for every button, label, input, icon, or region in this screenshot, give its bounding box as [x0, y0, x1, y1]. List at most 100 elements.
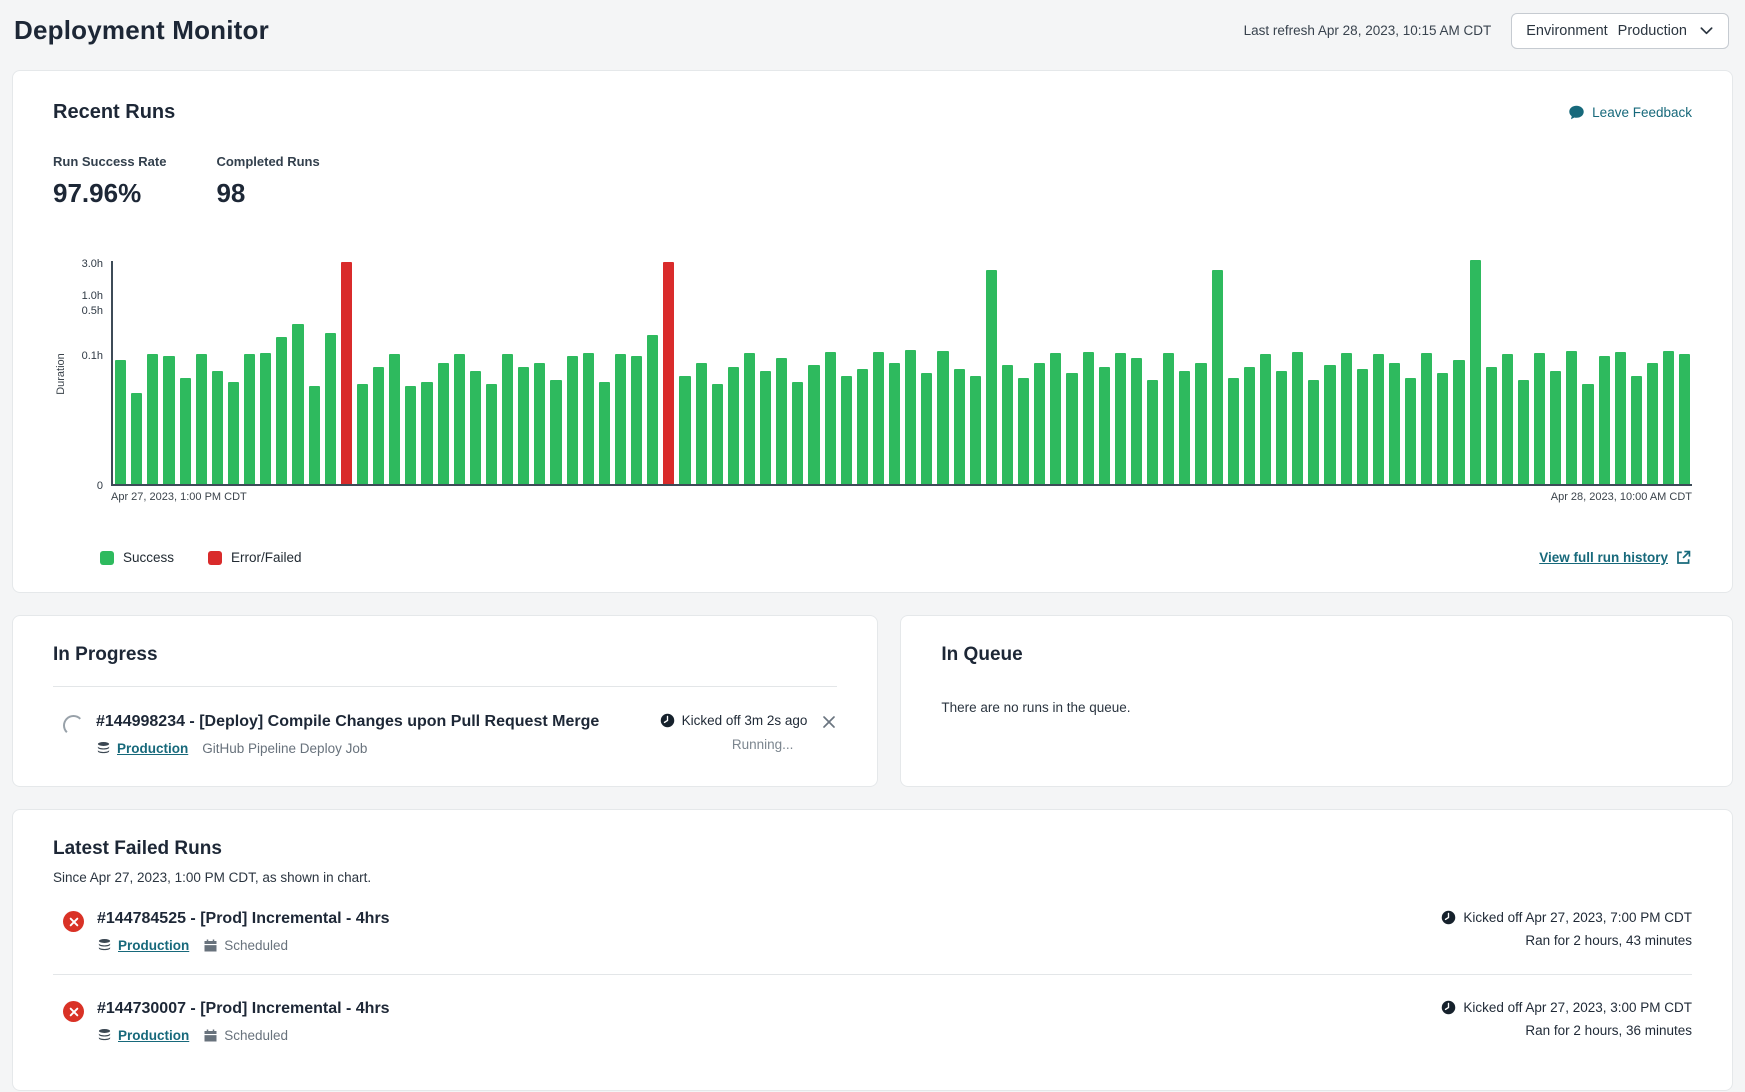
failed-run-bar[interactable]: [663, 262, 674, 484]
failed-run-bar[interactable]: [341, 262, 352, 484]
success-run-bar[interactable]: [1663, 351, 1674, 484]
success-run-bar[interactable]: [292, 324, 303, 484]
success-run-bar[interactable]: [550, 380, 561, 484]
success-run-bar[interactable]: [1099, 367, 1110, 484]
success-run-bar[interactable]: [1647, 363, 1658, 484]
success-run-bar[interactable]: [1518, 380, 1529, 484]
success-run-bar[interactable]: [1260, 354, 1271, 484]
view-full-run-history-link[interactable]: View full run history: [1539, 549, 1692, 566]
success-run-bar[interactable]: [196, 354, 207, 484]
success-run-bar[interactable]: [1341, 353, 1352, 484]
environment-link[interactable]: Production: [117, 741, 188, 756]
success-run-bar[interactable]: [1566, 351, 1577, 484]
success-run-bar[interactable]: [1002, 365, 1013, 484]
environment-link[interactable]: Production: [118, 938, 189, 953]
success-run-bar[interactable]: [712, 384, 723, 484]
success-run-bar[interactable]: [825, 352, 836, 484]
success-run-bar[interactable]: [1034, 363, 1045, 484]
success-run-bar[interactable]: [1679, 354, 1690, 484]
success-run-bar[interactable]: [1212, 270, 1223, 484]
success-run-bar[interactable]: [1276, 371, 1287, 484]
success-run-bar[interactable]: [954, 369, 965, 484]
success-run-bar[interactable]: [615, 354, 626, 484]
environment-link[interactable]: Production: [118, 1028, 189, 1043]
success-run-bar[interactable]: [147, 354, 158, 484]
success-run-bar[interactable]: [1421, 353, 1432, 484]
success-run-bar[interactable]: [244, 354, 255, 484]
success-run-bar[interactable]: [1599, 356, 1610, 484]
success-run-bar[interactable]: [696, 363, 707, 484]
success-run-bar[interactable]: [1083, 352, 1094, 484]
success-run-bar[interactable]: [389, 354, 400, 484]
success-run-bar[interactable]: [1244, 367, 1255, 484]
success-run-bar[interactable]: [1308, 380, 1319, 484]
success-run-bar[interactable]: [1163, 353, 1174, 484]
success-run-bar[interactable]: [1502, 354, 1513, 484]
success-run-bar[interactable]: [1453, 360, 1464, 484]
success-run-bar[interactable]: [518, 367, 529, 484]
close-icon[interactable]: [821, 714, 837, 730]
success-run-bar[interactable]: [534, 363, 545, 484]
success-run-bar[interactable]: [937, 351, 948, 484]
success-run-bar[interactable]: [760, 371, 771, 484]
success-run-bar[interactable]: [631, 356, 642, 484]
success-run-bar[interactable]: [260, 353, 271, 484]
success-run-bar[interactable]: [1615, 352, 1626, 484]
success-run-bar[interactable]: [728, 367, 739, 484]
success-run-bar[interactable]: [1131, 358, 1142, 484]
success-run-bar[interactable]: [905, 350, 916, 484]
success-run-bar[interactable]: [1115, 353, 1126, 484]
success-run-bar[interactable]: [1550, 371, 1561, 484]
success-run-bar[interactable]: [1357, 369, 1368, 484]
success-run-bar[interactable]: [1582, 384, 1593, 484]
success-run-bar[interactable]: [1405, 378, 1416, 484]
success-run-bar[interactable]: [486, 384, 497, 484]
success-run-bar[interactable]: [567, 356, 578, 484]
success-run-bar[interactable]: [986, 270, 997, 484]
success-run-bar[interactable]: [1147, 380, 1158, 484]
success-run-bar[interactable]: [857, 369, 868, 484]
success-run-bar[interactable]: [1373, 354, 1384, 484]
success-run-bar[interactable]: [841, 376, 852, 484]
success-run-bar[interactable]: [808, 365, 819, 484]
success-run-bar[interactable]: [502, 354, 513, 484]
success-run-bar[interactable]: [1534, 353, 1545, 484]
success-run-bar[interactable]: [889, 363, 900, 484]
success-run-bar[interactable]: [679, 376, 690, 484]
success-run-bar[interactable]: [373, 367, 384, 484]
success-run-bar[interactable]: [470, 371, 481, 484]
success-run-bar[interactable]: [1179, 371, 1190, 484]
success-run-bar[interactable]: [325, 333, 336, 484]
success-run-bar[interactable]: [1470, 260, 1481, 484]
success-run-bar[interactable]: [1050, 353, 1061, 484]
success-run-bar[interactable]: [163, 356, 174, 484]
success-run-bar[interactable]: [744, 353, 755, 484]
success-run-bar[interactable]: [1292, 352, 1303, 484]
leave-feedback-link[interactable]: Leave Feedback: [1568, 104, 1692, 121]
success-run-bar[interactable]: [1631, 376, 1642, 484]
success-run-bar[interactable]: [228, 382, 239, 484]
success-run-bar[interactable]: [1228, 378, 1239, 484]
success-run-bar[interactable]: [454, 354, 465, 484]
success-run-bar[interactable]: [873, 352, 884, 484]
success-run-bar[interactable]: [1324, 365, 1335, 484]
success-run-bar[interactable]: [792, 382, 803, 484]
success-run-bar[interactable]: [599, 382, 610, 484]
success-run-bar[interactable]: [357, 384, 368, 484]
success-run-bar[interactable]: [1437, 373, 1448, 484]
success-run-bar[interactable]: [970, 376, 981, 484]
success-run-bar[interactable]: [1389, 363, 1400, 484]
success-run-bar[interactable]: [647, 335, 658, 484]
success-run-bar[interactable]: [212, 371, 223, 484]
success-run-bar[interactable]: [1018, 378, 1029, 484]
success-run-bar[interactable]: [583, 353, 594, 484]
success-run-bar[interactable]: [180, 378, 191, 484]
success-run-bar[interactable]: [309, 386, 320, 484]
success-run-bar[interactable]: [1486, 367, 1497, 484]
success-run-bar[interactable]: [921, 373, 932, 484]
success-run-bar[interactable]: [421, 382, 432, 484]
success-run-bar[interactable]: [1066, 373, 1077, 484]
success-run-bar[interactable]: [776, 358, 787, 484]
success-run-bar[interactable]: [1195, 363, 1206, 484]
success-run-bar[interactable]: [115, 360, 126, 484]
